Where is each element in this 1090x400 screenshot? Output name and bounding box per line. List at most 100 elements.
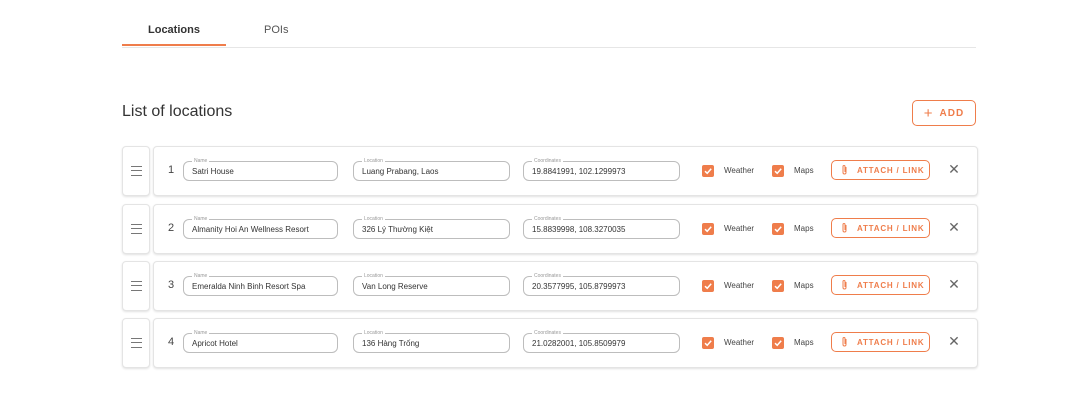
name-field-label: Name <box>192 215 210 223</box>
add-button-label: ADD <box>939 107 965 119</box>
weather-checkbox[interactable] <box>702 223 714 235</box>
location-field-label: Location <box>362 157 385 165</box>
location-field[interactable]: Location Luang Prabang, Laos <box>353 157 510 181</box>
name-value: Emeralda Ninh Binh Resort Spa <box>192 281 306 291</box>
weather-checkbox[interactable] <box>702 337 714 349</box>
location-row: 2 Name Almanity Hoi An Wellness Resort L… <box>122 204 978 254</box>
row-index: 2 <box>168 222 175 234</box>
coordinates-field-label: Coordinates <box>532 272 563 280</box>
location-field-label: Location <box>362 272 385 280</box>
location-value: Luang Prabang, Laos <box>362 166 439 176</box>
plus-icon: + <box>923 104 934 122</box>
attach-link-button[interactable]: ATTACH / LINK <box>831 332 930 352</box>
name-field[interactable]: Name Almanity Hoi An Wellness Resort <box>183 215 338 239</box>
attach-link-label: ATTACH / LINK <box>857 337 925 347</box>
drag-handle-icon[interactable] <box>122 204 150 254</box>
page-title: List of locations <box>122 103 233 120</box>
attach-link-label: ATTACH / LINK <box>857 165 925 175</box>
maps-checkbox[interactable] <box>772 280 784 292</box>
coordinates-value: 15.8839998, 108.3270035 <box>532 224 626 234</box>
maps-checkbox[interactable] <box>772 165 784 177</box>
maps-label: Maps <box>794 166 814 175</box>
location-card: 1 Name Satri House Location Luang Praban… <box>153 146 978 196</box>
row-index: 3 <box>168 279 175 291</box>
coordinates-value: 21.0282001, 105.8509979 <box>532 338 626 348</box>
drag-handle-icon[interactable] <box>122 261 150 311</box>
name-value: Satri House <box>192 166 234 176</box>
attach-link-label: ATTACH / LINK <box>857 223 925 233</box>
check-icon <box>774 226 782 233</box>
location-field[interactable]: Location 136 Hàng Trống <box>353 329 510 353</box>
row-index: 4 <box>168 336 175 348</box>
maps-checkbox[interactable] <box>772 223 784 235</box>
drag-handle-icon[interactable] <box>122 146 150 196</box>
coordinates-field[interactable]: Coordinates 20.3577995, 105.8799973 <box>523 272 680 296</box>
location-field[interactable]: Location Van Long Reserve <box>353 272 510 296</box>
name-field[interactable]: Name Emeralda Ninh Binh Resort Spa <box>183 272 338 296</box>
location-card: 3 Name Emeralda Ninh Binh Resort Spa Loc… <box>153 261 978 311</box>
maps-label: Maps <box>794 224 814 233</box>
coordinates-field[interactable]: Coordinates 15.8839998, 108.3270035 <box>523 215 680 239</box>
check-icon <box>774 168 782 175</box>
name-field-label: Name <box>192 272 210 280</box>
name-field[interactable]: Name Satri House <box>183 157 338 181</box>
maps-checkbox[interactable] <box>772 337 784 349</box>
location-value: 326 Lý Thường Kiệt <box>362 224 433 234</box>
location-field-label: Location <box>362 215 385 223</box>
coordinates-field[interactable]: Coordinates 19.8841991, 102.1299973 <box>523 157 680 181</box>
location-card: 4 Name Apricot Hotel Location 136 Hàng T… <box>153 318 978 368</box>
location-row: 1 Name Satri House Location Luang Praban… <box>122 146 978 196</box>
name-value: Almanity Hoi An Wellness Resort <box>192 224 309 234</box>
location-card: 2 Name Almanity Hoi An Wellness Resort L… <box>153 204 978 254</box>
paperclip-icon <box>842 223 847 233</box>
attach-link-label: ATTACH / LINK <box>857 280 925 290</box>
location-value: 136 Hàng Trống <box>362 338 420 348</box>
maps-label: Maps <box>794 281 814 290</box>
add-location-button[interactable]: + ADD <box>912 100 976 126</box>
coordinates-value: 19.8841991, 102.1299973 <box>532 166 626 176</box>
check-icon <box>774 283 782 290</box>
tab-locations[interactable]: Locations <box>148 24 200 36</box>
name-field[interactable]: Name Apricot Hotel <box>183 329 338 353</box>
location-field[interactable]: Location 326 Lý Thường Kiệt <box>353 215 510 239</box>
tab-bar: Locations POIs <box>122 0 976 48</box>
coordinates-field[interactable]: Coordinates 21.0282001, 105.8509979 <box>523 329 680 353</box>
weather-label: Weather <box>724 166 755 175</box>
check-icon <box>704 340 712 347</box>
location-value: Van Long Reserve <box>362 281 428 291</box>
close-icon[interactable]: ✕ <box>947 220 961 234</box>
drag-handle-icon[interactable] <box>122 318 150 368</box>
weather-label: Weather <box>724 281 755 290</box>
attach-link-button[interactable]: ATTACH / LINK <box>831 218 930 238</box>
coordinates-field-label: Coordinates <box>532 215 563 223</box>
location-field-label: Location <box>362 329 385 337</box>
attach-link-button[interactable]: ATTACH / LINK <box>831 160 930 180</box>
close-icon[interactable]: ✕ <box>947 162 961 176</box>
paperclip-icon <box>842 165 847 175</box>
weather-label: Weather <box>724 224 755 233</box>
coordinates-field-label: Coordinates <box>532 329 563 337</box>
weather-checkbox[interactable] <box>702 165 714 177</box>
maps-label: Maps <box>794 338 814 347</box>
location-row: 3 Name Emeralda Ninh Binh Resort Spa Loc… <box>122 261 978 311</box>
check-icon <box>774 340 782 347</box>
row-index: 1 <box>168 164 175 176</box>
paperclip-icon <box>842 280 847 290</box>
name-value: Apricot Hotel <box>192 338 238 348</box>
location-row: 4 Name Apricot Hotel Location 136 Hàng T… <box>122 318 978 368</box>
coordinates-field-label: Coordinates <box>532 157 563 165</box>
name-field-label: Name <box>192 157 210 165</box>
tab-pois[interactable]: POIs <box>264 24 288 36</box>
weather-label: Weather <box>724 338 755 347</box>
coordinates-value: 20.3577995, 105.8799973 <box>532 281 626 291</box>
check-icon <box>704 283 712 290</box>
close-icon[interactable]: ✕ <box>947 334 961 348</box>
attach-link-button[interactable]: ATTACH / LINK <box>831 275 930 295</box>
weather-checkbox[interactable] <box>702 280 714 292</box>
active-tab-indicator <box>122 44 226 46</box>
check-icon <box>704 226 712 233</box>
close-icon[interactable]: ✕ <box>947 277 961 291</box>
check-icon <box>704 168 712 175</box>
paperclip-icon <box>842 337 847 347</box>
name-field-label: Name <box>192 329 210 337</box>
